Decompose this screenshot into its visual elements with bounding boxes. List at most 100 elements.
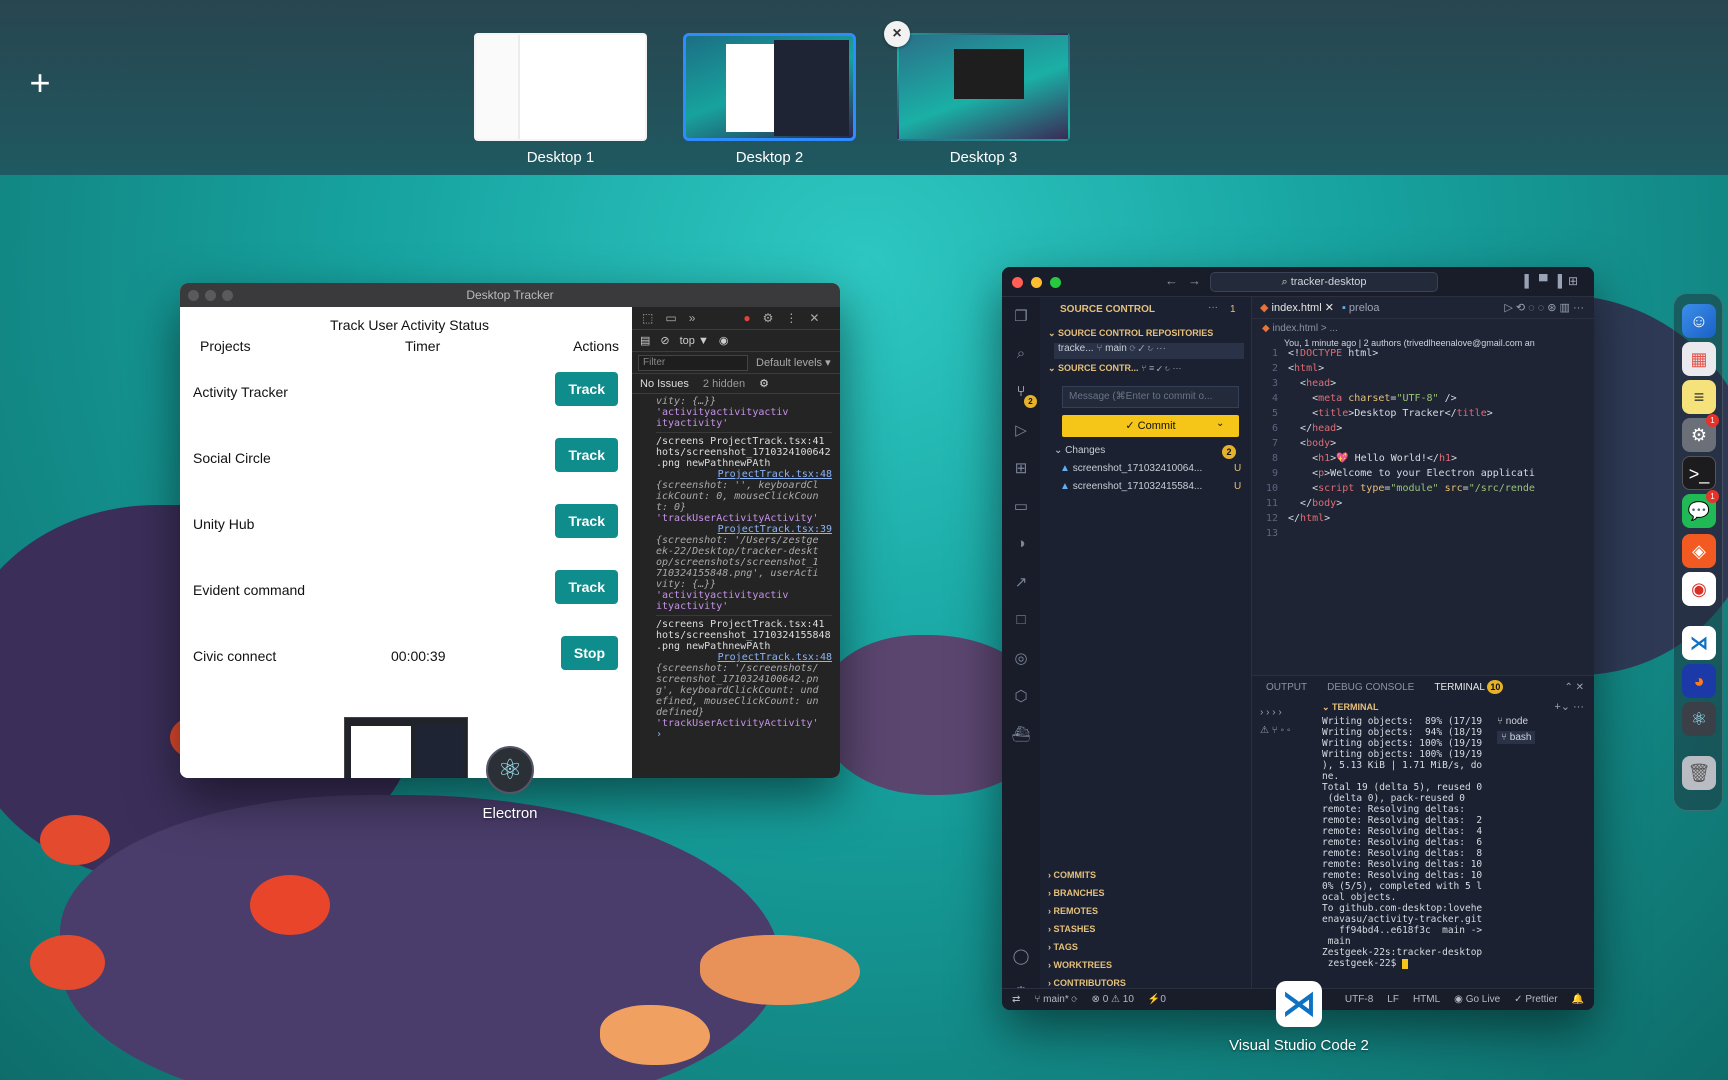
electron-window[interactable]: Desktop Tracker Track User Activity Stat… xyxy=(180,283,840,778)
code-line[interactable]: 13 xyxy=(1252,528,1594,543)
panel-gutter-icons[interactable]: › › › › ⚠ ⑂ ◦ ◦ xyxy=(1252,704,1312,740)
status-encoding[interactable]: UTF-8 xyxy=(1345,994,1373,1005)
session-node[interactable]: ⑂ node xyxy=(1497,716,1535,727)
stashes-section[interactable]: › STASHES xyxy=(1048,924,1095,934)
code-line[interactable]: 9 <p>Welcome to your Electron applicati xyxy=(1252,468,1594,483)
layout-toggle-icons[interactable]: ▌▀▐⊞ xyxy=(1524,274,1584,288)
tab-output[interactable]: OUTPUT xyxy=(1266,682,1307,693)
track-button[interactable]: Track xyxy=(555,570,618,604)
source-control-section[interactable]: ⌄ SOURCE CONTR... ⑂ ≡ ✓ ↻ ··· xyxy=(1048,363,1182,374)
electron-titlebar[interactable]: Desktop Tracker xyxy=(180,283,840,307)
console-prompt[interactable]: › xyxy=(656,729,832,740)
tab-preload[interactable]: ▪ preloa xyxy=(1342,302,1380,314)
add-desktop-button[interactable]: + xyxy=(24,65,56,101)
code-line[interactable]: 5 <title>Desktop Tracker</title> xyxy=(1252,408,1594,423)
inspect-icon[interactable]: ⬚ xyxy=(642,311,653,325)
commit-message-input[interactable]: Message (⌘Enter to commit o... xyxy=(1062,386,1239,408)
remotes-section[interactable]: › REMOTES xyxy=(1048,906,1098,916)
git-blame-annotation[interactable]: You, 1 minute ago | 2 authors (trivedlhe… xyxy=(1252,338,1594,348)
scm-actions-icon[interactable]: ⑂ ≡ ✓ ↻ ··· xyxy=(1141,363,1181,373)
status-eol[interactable]: LF xyxy=(1387,994,1399,1005)
more-panels-icon[interactable]: » xyxy=(689,311,696,325)
menu-icon[interactable]: ⋮ xyxy=(785,311,797,325)
session-bash[interactable]: ⑂ bash xyxy=(1497,731,1536,744)
zoom-dot-icon[interactable] xyxy=(1050,277,1061,288)
levels-dropdown[interactable]: Default levels ▾ xyxy=(756,356,831,369)
zoom-dot-icon[interactable] xyxy=(222,290,233,301)
terminal-output[interactable]: Writing objects: 89% (17/19 Writing objec… xyxy=(1322,716,1486,969)
track-button[interactable]: Track xyxy=(555,504,618,538)
tab-debug-console[interactable]: DEBUG CONSOLE xyxy=(1327,682,1414,693)
messages-icon[interactable]: 💬 1 xyxy=(1682,490,1719,528)
commit-dropdown-icon[interactable]: ⌄ xyxy=(1216,418,1224,429)
desktop-2-thumbnail[interactable] xyxy=(683,33,856,141)
live-share-icon[interactable]: ↗ xyxy=(1011,573,1031,593)
extensions-icon[interactable]: ⊞ xyxy=(1011,459,1031,479)
context-select[interactable]: top ▼ xyxy=(680,335,709,347)
contributors-section[interactable]: › CONTRIBUTORS xyxy=(1048,978,1126,988)
breadcrumb[interactable]: ◆ index.html > ... xyxy=(1252,319,1594,338)
tab-index-html[interactable]: ◆ index.html ✕ xyxy=(1260,301,1334,314)
changed-file[interactable]: ▲ screenshot_171032410064... xyxy=(1060,463,1202,474)
close-dot-icon[interactable] xyxy=(188,290,199,301)
desktop-1-thumbnail[interactable] xyxy=(474,33,647,141)
status-branch[interactable]: ⑂ main* ⟳ xyxy=(1034,994,1077,1005)
status-ports[interactable]: ⚡0 xyxy=(1148,994,1166,1005)
commit-button[interactable]: ✓ Commit xyxy=(1062,415,1239,437)
minimize-dot-icon[interactable] xyxy=(205,290,216,301)
search-icon[interactable]: ⌕ xyxy=(1011,345,1031,365)
changed-file[interactable]: ▲ screenshot_171032415584... xyxy=(1060,481,1202,492)
editor-area[interactable]: ◆ index.html ✕ ▪ preloa ▷ ⟲ ◌ ◌ ⊛ ▥ ··· … xyxy=(1252,297,1594,647)
clear-console-icon[interactable]: ⊘ xyxy=(660,334,669,347)
tab-terminal[interactable]: TERMINAL 10 xyxy=(1434,680,1504,694)
status-language[interactable]: HTML xyxy=(1413,994,1440,1005)
vscode-window[interactable]: ←→ ⌕ tracker-desktop ▌▀▐⊞ ❐ ⌕ ⑂ 2 ▷ ⊞ ▭ … xyxy=(1002,267,1594,1010)
track-button[interactable]: Track xyxy=(555,438,618,472)
code-line[interactable]: 12 </html> xyxy=(1252,513,1594,528)
close-devtools-icon[interactable]: ✕ xyxy=(809,311,819,325)
tags-section[interactable]: › TAGS xyxy=(1048,942,1078,952)
firefox-icon[interactable]: ◕ xyxy=(1682,664,1716,698)
error-icon[interactable]: ● xyxy=(743,311,750,325)
status-problems[interactable]: ⊗ 0 ⚠ 10 xyxy=(1092,994,1134,1005)
changes-group[interactable]: ⌄ Changes xyxy=(1054,445,1105,456)
sidebar-toggle-icon[interactable]: ▤ xyxy=(640,334,650,347)
vscode-titlebar[interactable]: ←→ ⌕ tracker-desktop ▌▀▐⊞ xyxy=(1002,267,1594,297)
git-graph-icon[interactable]: ◑ xyxy=(1011,535,1031,555)
terminal-icon[interactable]: >_ xyxy=(1682,456,1716,490)
testing-icon[interactable]: □ xyxy=(1011,611,1031,631)
repo-row[interactable]: tracke... ⑂ main ⟳ ✓ ↻ ··· xyxy=(1054,343,1244,359)
run-debug-icon[interactable]: ▷ xyxy=(1011,421,1031,441)
more-actions-icon[interactable]: ··· xyxy=(1208,302,1218,313)
system-settings-icon[interactable]: ⚙ 1 xyxy=(1682,414,1719,452)
panel-actions-icons[interactable]: ⌃ ✕ xyxy=(1564,682,1584,693)
docker-icon[interactable]: ⛴ xyxy=(1011,725,1031,745)
nav-arrows-icon[interactable]: ←→ xyxy=(1165,273,1211,288)
track-button[interactable]: Track xyxy=(555,372,618,406)
notes-icon[interactable]: ≡ xyxy=(1682,380,1716,414)
command-center-search[interactable]: ⌕ tracker-desktop xyxy=(1210,272,1438,292)
repo-actions-icon[interactable]: ⟳ ✓ ↻ ··· xyxy=(1130,343,1166,354)
issues-label[interactable]: No Issues xyxy=(640,378,689,390)
electron-dock-icon[interactable]: ⚛ xyxy=(1682,702,1716,736)
minimize-dot-icon[interactable] xyxy=(1031,277,1042,288)
new-terminal-icon[interactable]: +⌄ ··· xyxy=(1554,700,1584,713)
gear-icon[interactable]: ⚙ xyxy=(759,377,769,390)
filter-input[interactable]: Filter xyxy=(638,354,748,371)
worktrees-section[interactable]: › WORKTREES xyxy=(1048,960,1112,970)
copilot-icon[interactable]: ◎ xyxy=(1011,649,1031,669)
explorer-icon[interactable]: ❐ xyxy=(1011,307,1031,327)
editor-actions-icons[interactable]: ▷ ⟲ ◌ ◌ ⊛ ▥ ··· xyxy=(1504,301,1584,314)
desktop-3-thumbnail[interactable] xyxy=(897,33,1070,141)
vscode-dock-icon[interactable]: ⋊ xyxy=(1682,626,1716,660)
stop-button[interactable]: Stop xyxy=(560,636,618,670)
status-prettier[interactable]: ✓ Prettier xyxy=(1514,994,1557,1005)
code-line[interactable]: 8 <h1>💖 Hello World!</h1> xyxy=(1252,453,1594,468)
code-line[interactable]: 1 <!DOCTYPE html> xyxy=(1252,348,1594,363)
trash-icon[interactable]: 🗑 xyxy=(1682,756,1716,790)
code-line[interactable]: 2 <html> xyxy=(1252,363,1594,378)
vscode-app-icon[interactable]: ⋊ xyxy=(1276,981,1322,1027)
notifications-icon[interactable]: 🔔 xyxy=(1572,994,1584,1005)
status-go-live[interactable]: ◉ Go Live xyxy=(1454,994,1500,1005)
chrome-icon[interactable]: ◉ xyxy=(1682,572,1716,606)
